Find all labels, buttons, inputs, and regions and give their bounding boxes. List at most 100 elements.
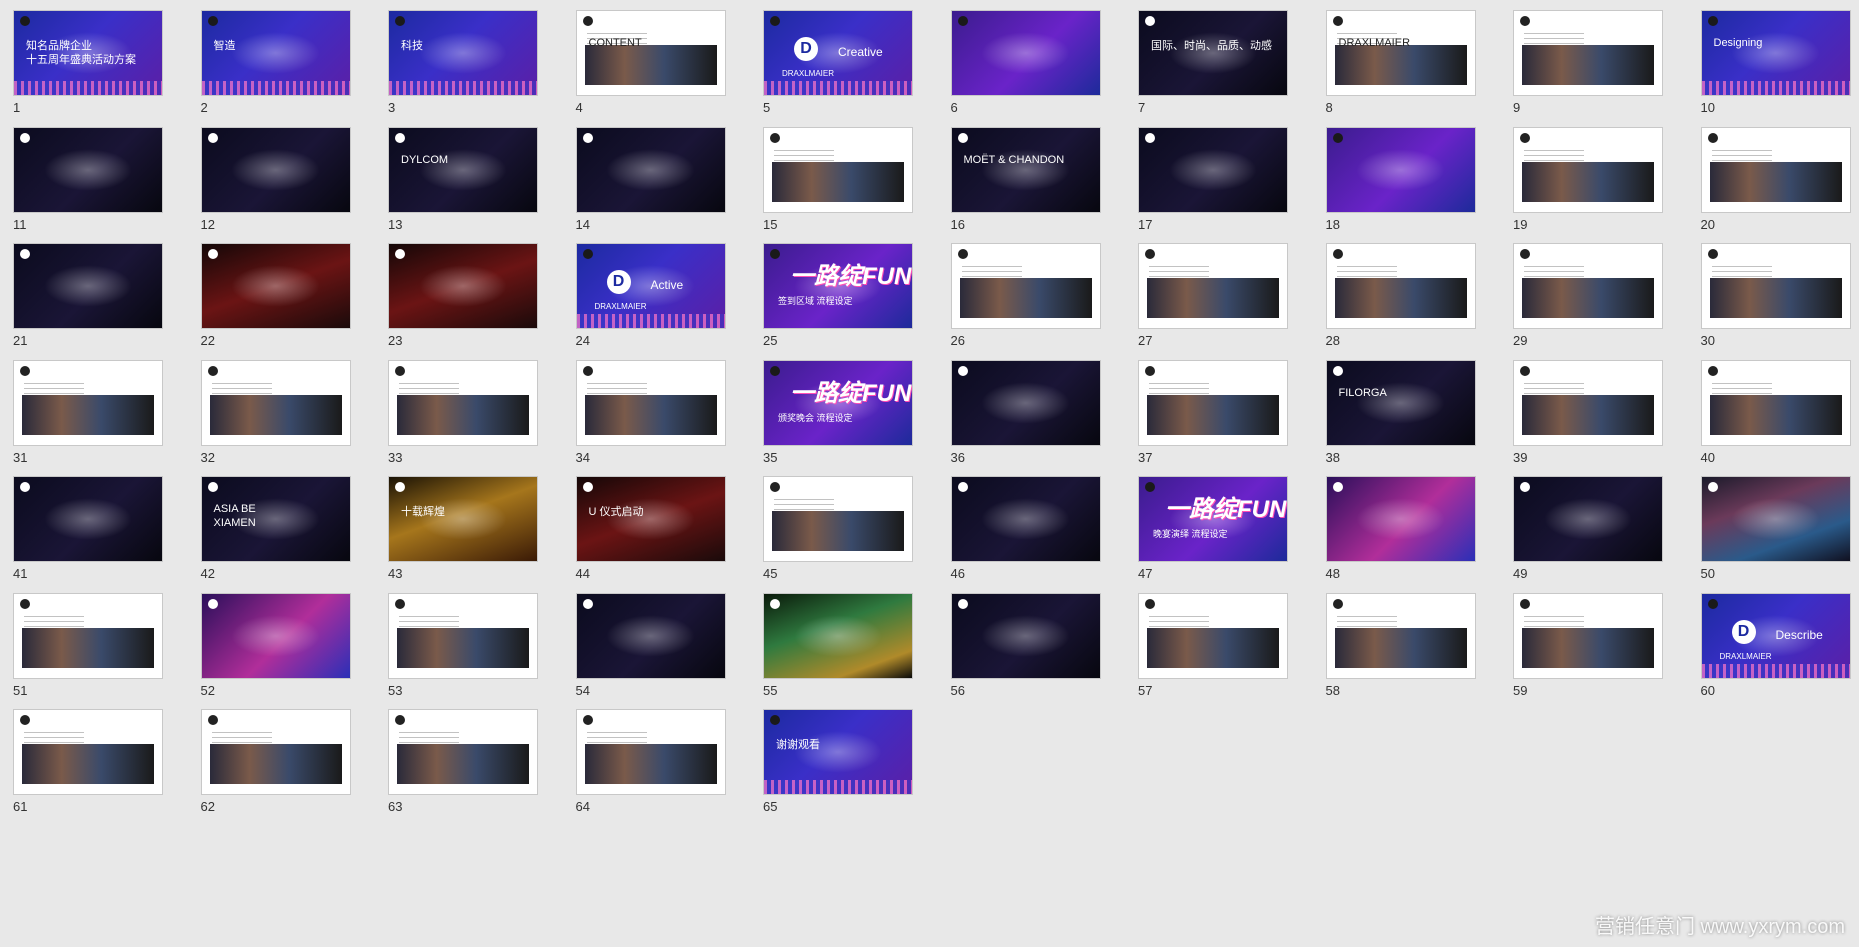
slide-thumbnail[interactable]: Designing [1700,10,1851,96]
slide-thumbnail[interactable]: U 仪式启动 [575,476,726,562]
slide-thumbnail[interactable]: 国际、时尚、品质、动感 [1138,10,1288,96]
slide-thumbnail[interactable]: 谢谢观看 [763,709,913,795]
slide-thumbnail[interactable] [1138,592,1288,679]
brand-logo-icon [1707,365,1718,376]
slide-thumbnail[interactable]: Describe DRAXLMAIER D [1700,592,1851,679]
slide-thumbnail[interactable] [950,359,1101,446]
slide-thumbnail[interactable] [1513,126,1663,213]
slide-thumbnail[interactable] [1700,476,1851,562]
slide-thumbnail[interactable] [13,359,163,446]
slide-thumbnail[interactable] [950,592,1101,679]
slide-thumbnail[interactable] [1325,476,1476,562]
slide-thumbnail[interactable] [1513,592,1663,679]
slide-photo [772,161,904,202]
slide-thumbnail[interactable] [763,126,913,213]
slide-number: 36 [950,449,965,465]
slide-number: 57 [1138,682,1153,698]
slide-thumbnail[interactable] [1138,243,1288,329]
slide-thumbnail[interactable] [13,592,163,679]
slide-number: 23 [388,333,403,348]
slide-thumbnail[interactable]: FILORGA [1325,359,1476,446]
slide-photo [1147,627,1279,668]
slide-photo [1334,278,1467,318]
brand-logo-icon [1332,482,1343,492]
slide-title-text: 智造 [213,40,236,52]
slide-thumbnail[interactable] [200,243,351,329]
slide-number: 45 [763,566,778,581]
slide-light-glow [1168,148,1258,191]
slide-thumbnail[interactable] [1513,10,1663,96]
slide-thumbnail[interactable] [575,359,726,446]
slide-title-text: 晚宴演绎 流程设定 [1153,529,1228,539]
slide-light-glow [231,265,320,307]
city-skyline-graphic [1701,81,1850,95]
slide-thumbnail[interactable] [200,126,351,213]
slide-thumbnail[interactable] [388,243,538,329]
slide-thumbnail[interactable]: ASIA BE XIAMEN [200,476,351,562]
slide-number: 53 [388,682,403,698]
brand-logo-icon [1145,482,1155,492]
slide-photo [1147,278,1279,318]
slide-thumbnail[interactable] [1325,126,1476,213]
slide-thumbnail[interactable] [763,476,913,562]
slide-thumbnail[interactable] [13,126,163,213]
slide-thumbnail[interactable]: 智造 [200,10,351,96]
slide-thumbnail[interactable]: 一路绽FUN 签到区域 流程设定 [763,243,913,329]
slide-thumbnail[interactable] [1513,243,1663,329]
slide-thumbnail[interactable] [950,243,1101,329]
slide-thumbnail[interactable]: 一路绽FUN 晚宴演绎 流程设定 [1138,476,1288,562]
slide-thumbnail[interactable]: 十载辉煌 [388,476,538,562]
slide-thumbnail[interactable] [575,709,726,795]
brand-logo-icon [1332,249,1343,259]
slide-thumbnail[interactable]: DYLCOM [388,126,538,213]
slide-thumbnail[interactable] [575,126,726,213]
slide-thumbnail[interactable] [1325,243,1476,329]
brand-logo-icon [1332,365,1343,376]
city-skyline-graphic [576,314,725,328]
slide-thumbnail[interactable]: CONTENT [575,10,726,96]
slide-thumbnail[interactable]: Active DRAXLMAIER D [575,243,726,329]
slide-thumbnail[interactable] [200,592,351,679]
slide-title-text: U 仪式启动 [588,506,644,518]
slide-thumbnail[interactable] [13,476,163,562]
slide-thumbnail[interactable]: 科技 [388,10,538,96]
slide-thumbnail[interactable] [1138,126,1288,213]
slide-number: 19 [1513,216,1528,232]
slide-thumbnail[interactable] [1700,126,1851,213]
slide-thumbnail[interactable] [388,359,538,446]
brand-logo-icon [1145,16,1155,26]
slide-thumbnail[interactable]: 知名品牌企业 十五周年盛典活动方案 [13,10,163,96]
slide-photo [584,394,717,435]
slide-thumbnail[interactable] [13,709,163,795]
slide-number: 9 [1513,100,1521,115]
slide-thumbnail[interactable]: MOËT & CHANDON [950,126,1101,213]
slide-thumbnail[interactable] [1513,476,1663,562]
slide-thumbnail[interactable]: DRAXLMAIER [1325,10,1476,96]
slide-thumbnail[interactable] [1513,359,1663,446]
slide-thumbnail[interactable] [575,592,726,679]
slide-thumbnail[interactable] [388,592,538,679]
slide-thumbnail[interactable] [1138,359,1288,446]
slide-thumbnail[interactable] [388,709,538,795]
slide-thumbnail[interactable] [200,709,351,795]
slide-thumbnail[interactable] [1325,592,1476,679]
slide-thumbnail[interactable] [763,592,913,679]
slide-number: 34 [575,449,590,465]
slide-photo [209,394,342,435]
slide-photo [397,394,529,435]
slide-thumbnail[interactable]: 一路绽FUN 颁奖晚会 流程设定 [763,359,913,446]
brand-logo-icon [20,482,30,492]
slide-thumbnail[interactable] [1700,243,1851,329]
brand-logo-icon [957,132,968,143]
slide-thumbnail[interactable] [1700,359,1851,446]
slide-thumbnail[interactable] [950,476,1101,562]
city-skyline-graphic [764,81,912,95]
slide-thumbnail[interactable] [13,243,163,329]
slide-thumbnail[interactable] [200,359,351,446]
brand-logo-icon [582,132,593,143]
brand-logo-icon [20,132,30,143]
slide-number: 41 [13,566,28,581]
slide-thumbnail[interactable]: Creative DRAXLMAIER D [763,10,913,96]
draxlmaier-d-logo-icon: D [1731,619,1756,644]
slide-thumbnail[interactable] [950,10,1101,96]
